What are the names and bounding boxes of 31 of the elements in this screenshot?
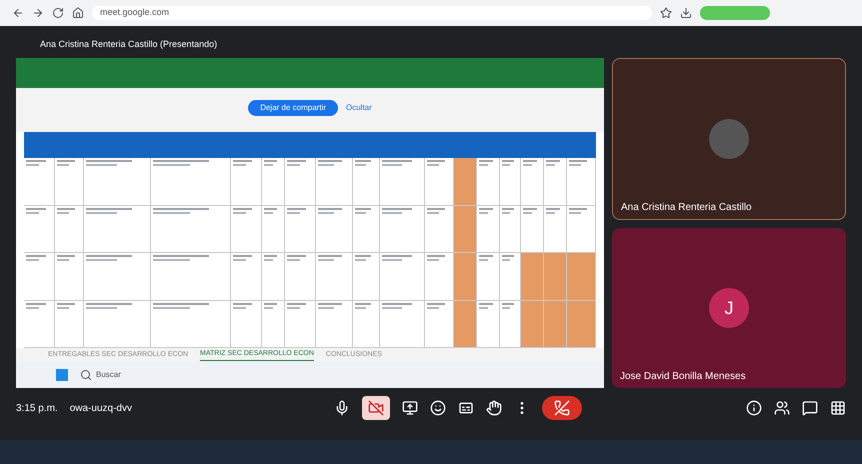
video-placeholder [709, 119, 749, 159]
meeting-time: 3:15 p.m. [16, 402, 58, 416]
presenter-title: Ana Cristina Renteria Castillo (Presentando) [39, 38, 218, 51]
info-icon[interactable] [746, 400, 762, 416]
reload-icon[interactable] [52, 7, 64, 19]
end-call-button[interactable] [542, 396, 582, 420]
emoji-icon[interactable] [430, 400, 446, 416]
phone-icon [554, 400, 570, 416]
forward-icon[interactable] [32, 7, 44, 19]
url-field[interactable]: meet.google.com [92, 6, 652, 20]
hide-link[interactable]: Ocultar [346, 100, 372, 114]
stop-sharing-button[interactable]: Dejar de compartir [248, 100, 338, 116]
back-icon[interactable] [12, 7, 24, 19]
participant-name: Jose David Bonilla Meneses [620, 370, 746, 384]
microphone-icon[interactable] [334, 400, 350, 416]
present-icon[interactable] [402, 400, 418, 416]
camera-off-icon [368, 400, 384, 416]
taskbar-search[interactable]: Buscar [80, 369, 121, 381]
camera-button[interactable] [362, 396, 390, 420]
chat-icon[interactable] [802, 400, 818, 416]
home-icon[interactable] [72, 7, 84, 19]
participant-name: Ana Cristina Renteria Castillo [621, 201, 752, 215]
star-icon[interactable] [660, 7, 672, 19]
search-icon [80, 369, 92, 381]
apps-icon[interactable] [830, 400, 846, 416]
avatar: J [709, 288, 749, 328]
hand-icon[interactable] [486, 400, 502, 416]
people-icon[interactable] [774, 400, 790, 416]
meeting-code: owa-uuzq-dvv [70, 402, 132, 416]
download-icon[interactable] [680, 7, 692, 19]
captions-icon[interactable] [458, 400, 474, 416]
